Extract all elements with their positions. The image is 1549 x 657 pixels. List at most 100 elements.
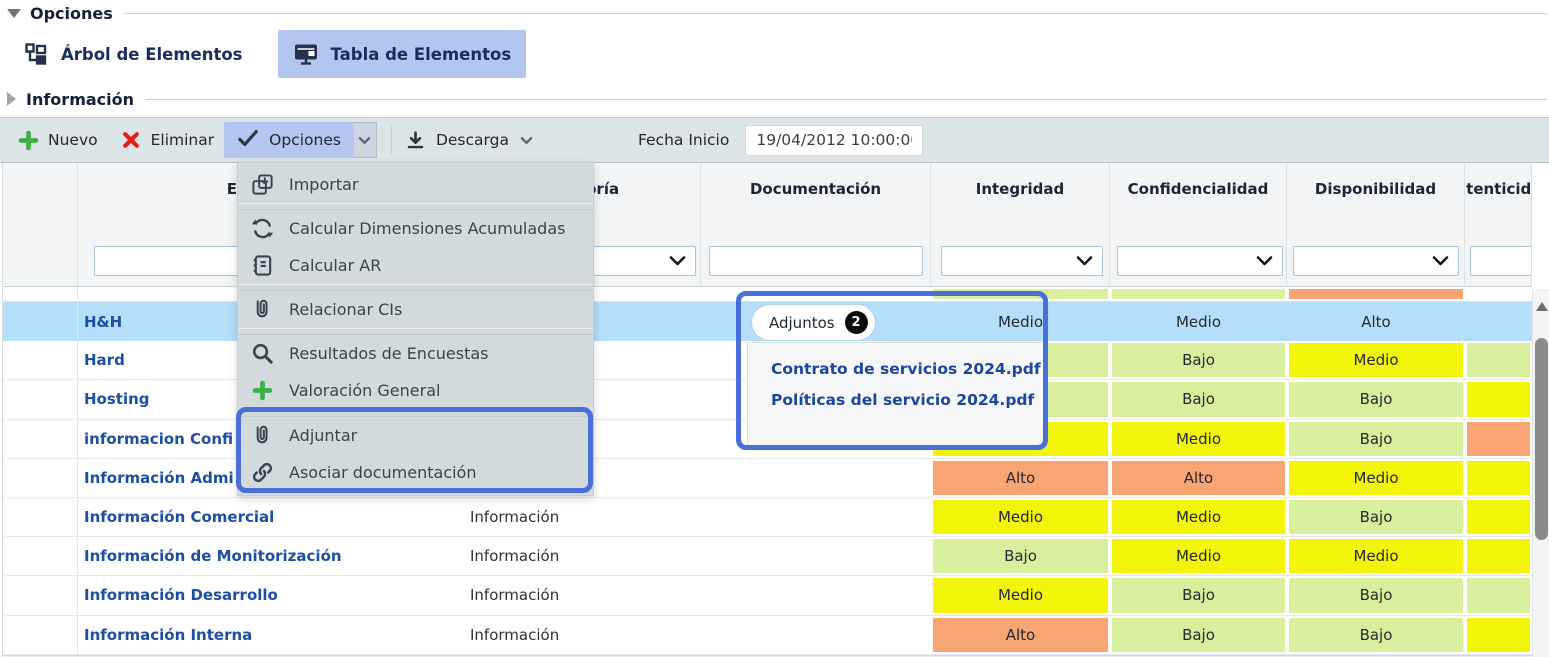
filter-select-disponibilidad[interactable]: [1293, 246, 1459, 276]
eliminar-button[interactable]: Eliminar: [120, 129, 215, 151]
cell-autenticidad: [1465, 287, 1532, 301]
cell-disponibilidad: Alto: [1287, 302, 1465, 341]
table-row-informaci-n-interna[interactable]: Información InternaInformaciónAltoBajoBa…: [2, 616, 1532, 655]
menu-item-label: Resultados de Encuestas: [289, 344, 488, 363]
categoria-cell: Información: [456, 498, 701, 536]
adjuntos-badge[interactable]: Adjuntos 2: [752, 305, 875, 340]
collapse-arrow-icon[interactable]: [7, 9, 21, 18]
adjuntos-panel: Contrato de servicios 2024.pdf Políticas …: [747, 342, 1046, 446]
elemento-cell: Información Comercial: [78, 498, 456, 536]
cell-disponibilidad: Bajo: [1287, 380, 1465, 418]
menu-item-relacionar-cis[interactable]: Relacionar CIs: [238, 291, 593, 328]
tab-tabla-de-elementos[interactable]: Tabla de Elementos: [278, 30, 527, 78]
view-tabs: Árbol de Elementos Tabla de Elementos: [8, 30, 526, 78]
column-header-autenticidad[interactable]: Autenticidad: [1465, 163, 1532, 235]
opciones-split-button: Opciones: [224, 122, 377, 158]
tab-arbol-de-elementos[interactable]: Árbol de Elementos: [8, 30, 258, 78]
row-gutter-cell: [2, 459, 78, 497]
vertical-scrollbar[interactable]: [1532, 289, 1549, 657]
cell-confidencialidad: [1110, 287, 1287, 301]
cell-integridad: Alto: [931, 616, 1110, 654]
tab-label: Árbol de Elementos: [61, 45, 243, 64]
nuevo-button[interactable]: Nuevo: [17, 129, 98, 151]
menu-item-asociar-documentación[interactable]: Asociar documentación: [238, 454, 593, 491]
column-header-integridad[interactable]: Integridad: [931, 163, 1110, 235]
cell-integridad: Medio: [931, 498, 1110, 536]
table-row-informaci-n-admi[interactable]: Información AdmiAltoAltoMedio: [2, 459, 1532, 498]
scrollbar-thumb[interactable]: [1535, 338, 1548, 540]
menu-item-label: Calcular AR: [289, 256, 381, 275]
menu-item-calcular-dimensiones-acumuladas[interactable]: Calcular Dimensiones Acumuladas: [238, 210, 593, 247]
menu-item-valoración-general[interactable]: Valoración General: [238, 372, 593, 409]
paperclip-icon: [251, 298, 274, 321]
documentacion-cell: [701, 287, 931, 301]
chevron-down-icon: [1256, 256, 1273, 266]
chevron-down-icon: [1432, 256, 1449, 266]
filter-cell-documentacion: [701, 235, 931, 287]
scroll-up-arrow-icon[interactable]: [1536, 302, 1548, 311]
row-gutter-cell: [2, 341, 78, 379]
cell-integridad: Medio: [931, 576, 1110, 614]
menu-item-adjuntar[interactable]: Adjuntar: [238, 417, 593, 454]
table-row-informaci-n-de-monitorizaci-n[interactable]: Información de MonitorizaciónInformación…: [2, 537, 1532, 576]
menu-item-calcular-ar[interactable]: Calcular AR: [238, 247, 593, 284]
filter-input-autenticidad[interactable]: [1470, 246, 1532, 276]
opciones-button[interactable]: Opciones: [224, 122, 354, 158]
cell-autenticidad: [1465, 420, 1532, 458]
document-icon: [251, 254, 274, 277]
paperclip-icon: [251, 424, 274, 447]
section-opciones: Opciones: [0, 1, 1549, 25]
attachment-link[interactable]: Políticas del servicio 2024.pdf: [771, 391, 1045, 409]
cell-autenticidad: [1465, 616, 1532, 654]
section-title-opciones: Opciones: [30, 4, 113, 23]
cell-integridad: [931, 287, 1110, 301]
menu-item-label: Importar: [289, 175, 358, 194]
column-header-documentacion[interactable]: Documentación: [701, 163, 931, 235]
cell-integridad: Alto: [931, 459, 1110, 497]
fecha-inicio-input[interactable]: [745, 125, 923, 156]
monitor-icon: [293, 41, 319, 67]
descarga-button[interactable]: Descarga: [405, 129, 533, 151]
cell-confidencialidad: Bajo: [1110, 341, 1287, 379]
column-header-confidencialidad[interactable]: Confidencialidad: [1110, 163, 1287, 235]
table-left-border: [2, 163, 3, 655]
table-row-informaci-n-comercial[interactable]: Información ComercialInformaciónMedioMed…: [2, 498, 1532, 537]
menu-item-label: Asociar documentación: [289, 463, 476, 482]
cell-integridad: Medio: [931, 302, 1110, 341]
column-header-disponibilidad[interactable]: Disponibilidad: [1287, 163, 1465, 235]
cell-disponibilidad: Medio: [1287, 537, 1465, 575]
table-row-partial[interactable]: [2, 287, 1532, 302]
row-gutter-cell: [2, 380, 78, 418]
elemento-cell: Información Interna: [78, 616, 456, 654]
tree-icon: [23, 41, 49, 67]
filter-select-confidencialidad[interactable]: [1117, 246, 1283, 276]
section-informacion: Información: [0, 87, 1549, 111]
table-header-row: ElementoCategoríaDocumentaciónIntegridad…: [2, 163, 1532, 235]
filter-select-integridad[interactable]: [941, 246, 1103, 276]
opciones-dropdown-arrow-icon[interactable]: [354, 122, 377, 158]
filter-cell-autenticidad: [1465, 235, 1532, 287]
search-icon: [251, 342, 274, 365]
cell-autenticidad: [1465, 498, 1532, 536]
menu-item-label: Valoración General: [289, 381, 440, 400]
documentacion-cell: [701, 537, 931, 575]
attachment-link[interactable]: Contrato de servicios 2024.pdf: [771, 360, 1045, 378]
menu-item-resultados-de-encuestas[interactable]: Resultados de Encuestas: [238, 335, 593, 372]
table-row-informaci-n-desarrollo[interactable]: Información DesarrolloInformaciónMedioBa…: [2, 576, 1532, 615]
opciones-label: Opciones: [269, 131, 341, 149]
menu-item-importar[interactable]: Importar: [238, 166, 593, 203]
categoria-cell: Información: [456, 537, 701, 575]
cell-confidencialidad: Alto: [1110, 459, 1287, 497]
categoria-cell: Información: [456, 616, 701, 654]
expand-arrow-icon[interactable]: [7, 92, 16, 106]
filter-input-documentacion[interactable]: [709, 246, 923, 276]
documentacion-cell: [701, 498, 931, 536]
section-divider: [146, 99, 1547, 100]
cell-confidencialidad: Medio: [1110, 537, 1287, 575]
menu-separator: [238, 203, 593, 210]
menu-item-label: Adjuntar: [289, 426, 357, 445]
cell-disponibilidad: Medio: [1287, 459, 1465, 497]
cell-confidencialidad: Bajo: [1110, 576, 1287, 614]
section-title-informacion: Información: [26, 90, 134, 109]
categoria-cell: Información: [456, 576, 701, 614]
